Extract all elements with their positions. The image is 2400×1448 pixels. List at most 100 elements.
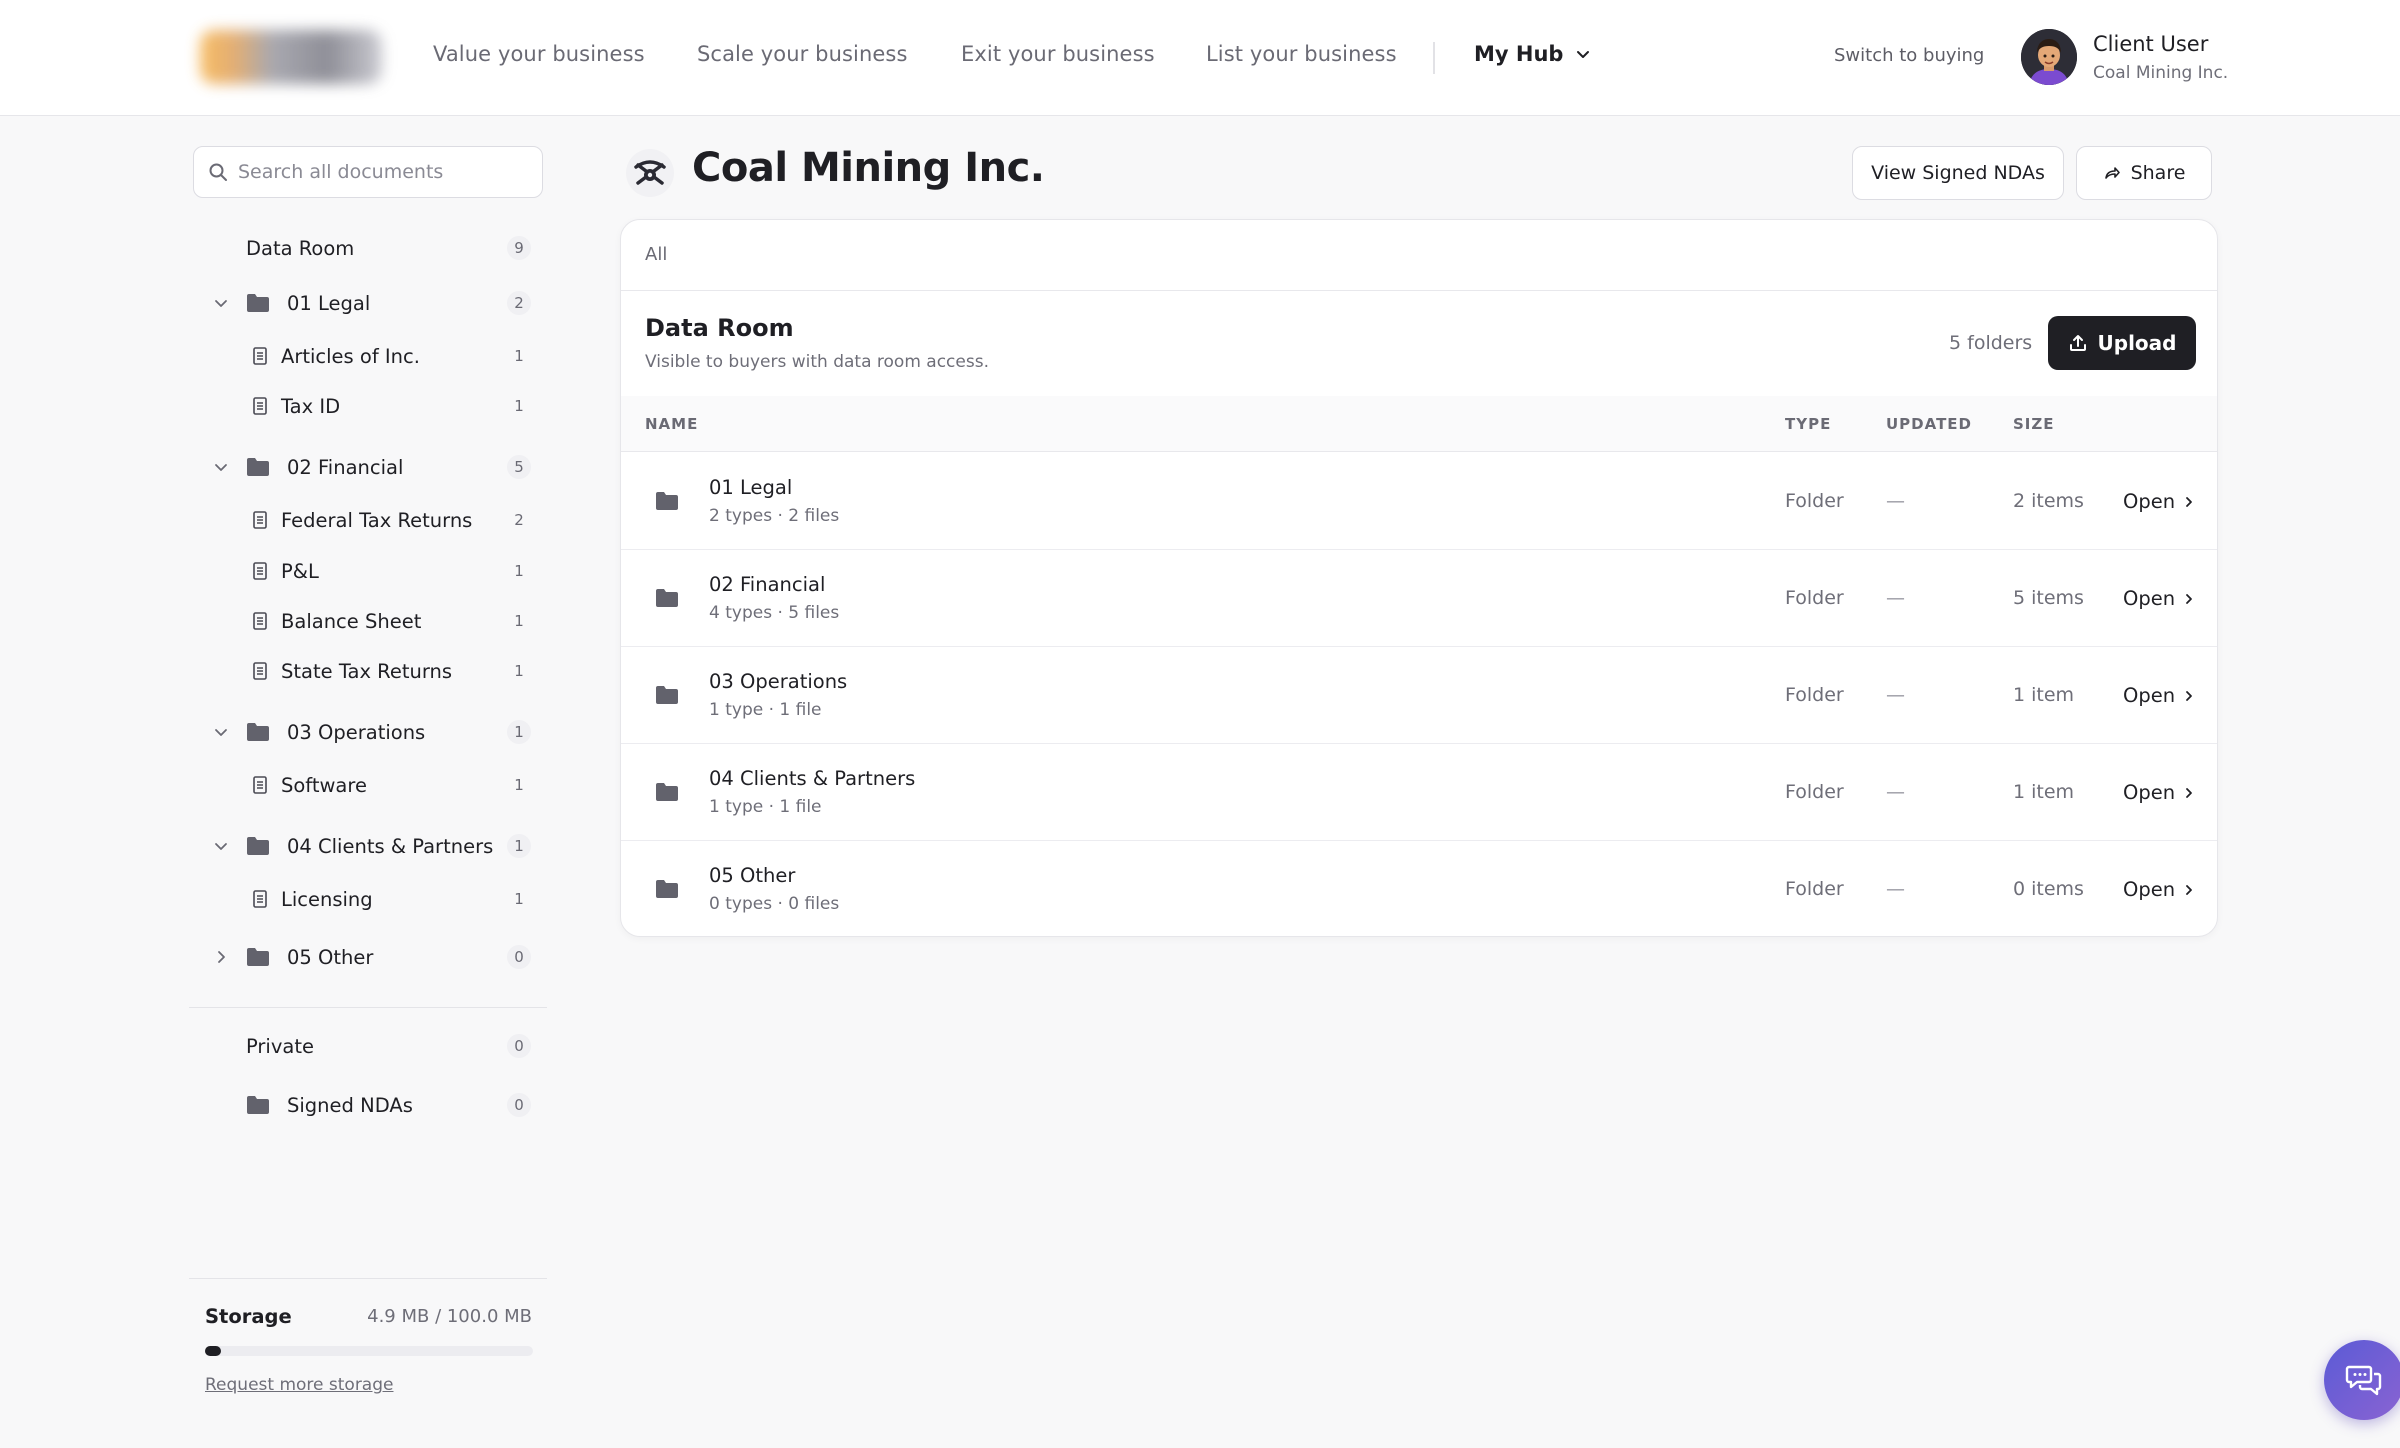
table-row[interactable]: 02 Financial 4 types · 5 files Folder — 5 it… <box>621 549 2217 646</box>
document-icon <box>253 511 267 529</box>
chevron-down-icon[interactable] <box>213 838 229 854</box>
open-label: Open <box>2123 490 2176 513</box>
search-box[interactable] <box>193 146 543 198</box>
table-row[interactable]: 01 Legal 2 types · 2 files Folder — 2 items O… <box>621 452 2217 549</box>
column-header-name[interactable]: NAME <box>645 415 698 433</box>
open-folder-button[interactable]: Open <box>2123 587 2195 610</box>
folder-icon <box>656 783 678 801</box>
document-icon <box>253 562 267 580</box>
sidebar-item-label: 05 Other <box>287 945 374 969</box>
count-badge: 1 <box>514 347 524 365</box>
count-badge: 1 <box>514 662 524 680</box>
chat-button[interactable] <box>2324 1340 2400 1420</box>
count-badge: 2 <box>514 511 524 529</box>
folder-meta: 1 type · 1 file <box>709 700 822 720</box>
folder-type: Folder <box>1785 490 1844 512</box>
sidebar-folder[interactable]: 05 Other 0 <box>193 937 543 977</box>
sidebar-document[interactable]: Software 1 <box>193 765 543 805</box>
document-icon <box>253 662 267 680</box>
folder-icon <box>247 294 269 312</box>
chevron-right-icon <box>2186 690 2192 701</box>
folder-type: Folder <box>1785 587 1844 609</box>
share-button[interactable]: Share <box>2076 146 2212 200</box>
sidebar-item-signed-ndas[interactable]: Signed NDAs 0 <box>193 1085 543 1125</box>
upload-button[interactable]: Upload <box>2048 316 2196 370</box>
nav-scale-business[interactable]: Scale your business <box>697 42 908 66</box>
sidebar-document[interactable]: Federal Tax Returns 2 <box>193 500 543 540</box>
upload-label: Upload <box>2097 331 2177 355</box>
table-row[interactable]: 04 Clients & Partners 1 type · 1 file Fold… <box>621 743 2217 840</box>
open-folder-button[interactable]: Open <box>2123 490 2195 513</box>
folder-icon <box>656 492 678 510</box>
open-folder-button[interactable]: Open <box>2123 878 2195 901</box>
folder-size: 0 items <box>2013 878 2084 900</box>
brand-logo[interactable] <box>200 30 382 84</box>
count-badge: 1 <box>514 562 524 580</box>
sidebar-folder[interactable]: 03 Operations 1 <box>193 712 543 752</box>
table-header <box>621 396 2217 452</box>
chevron-down-icon[interactable] <box>213 295 229 311</box>
nav-list-business[interactable]: List your business <box>1206 42 1397 66</box>
folder-icon <box>247 458 269 476</box>
user-name: Client User <box>2093 32 2209 56</box>
open-label: Open <box>2123 878 2176 901</box>
column-header-type[interactable]: TYPE <box>1785 415 1831 433</box>
count-badge: 2 <box>507 291 531 315</box>
folder-count: 5 folders <box>1949 332 2033 354</box>
divider <box>621 290 2217 291</box>
view-signed-ndas-button[interactable]: View Signed NDAs <box>1852 146 2064 200</box>
sidebar-document[interactable]: Articles of Inc. 1 <box>193 336 543 376</box>
count-badge: 5 <box>507 455 531 479</box>
search-input[interactable] <box>238 161 528 183</box>
sidebar-document[interactable]: Tax ID 1 <box>193 386 543 426</box>
sidebar-folder[interactable]: 01 Legal 2 <box>193 283 543 323</box>
my-hub-label: My Hub <box>1474 42 1564 66</box>
storage-label: Storage <box>205 1305 292 1328</box>
folder-size: 2 items <box>2013 490 2084 512</box>
my-hub-dropdown[interactable]: My Hub <box>1474 42 1591 66</box>
request-storage-link[interactable]: Request more storage <box>205 1375 393 1395</box>
sidebar-item-label: State Tax Returns <box>281 659 453 683</box>
nav-exit-business[interactable]: Exit your business <box>961 42 1155 66</box>
share-icon <box>2104 167 2120 179</box>
folder-type: Folder <box>1785 684 1844 706</box>
mining-company-icon <box>626 149 674 197</box>
chevron-down-icon[interactable] <box>213 459 229 475</box>
filter-all[interactable]: All <box>645 244 667 265</box>
folder-meta: 2 types · 2 files <box>709 506 840 526</box>
sidebar-document[interactable]: State Tax Returns 1 <box>193 651 543 691</box>
open-folder-button[interactable]: Open <box>2123 684 2195 707</box>
count-badge: 0 <box>507 1034 531 1058</box>
sidebar-item-label: Data Room <box>246 236 355 260</box>
column-header-size[interactable]: SIZE <box>2013 415 2055 433</box>
folder-updated: — <box>1886 878 1905 900</box>
sidebar-document[interactable]: Licensing 1 <box>193 879 543 919</box>
folder-type: Folder <box>1785 878 1844 900</box>
sidebar-item-label: Licensing <box>281 887 373 911</box>
chevron-right-icon[interactable] <box>213 949 229 965</box>
sidebar-item-label: P&L <box>281 559 319 583</box>
chevron-down-icon <box>1577 51 1590 58</box>
table-row[interactable]: 03 Operations 1 type · 1 file Folder — 1 ite… <box>621 646 2217 743</box>
folder-icon <box>247 837 269 855</box>
count-badge: 0 <box>507 945 531 969</box>
sidebar-folder[interactable]: 02 Financial 5 <box>193 447 543 487</box>
switch-to-buying-link[interactable]: Switch to buying <box>1834 45 1984 66</box>
chevron-right-icon <box>2186 593 2192 604</box>
sidebar-document[interactable]: P&L 1 <box>193 551 543 591</box>
column-header-updated[interactable]: UPDATED <box>1886 415 1972 433</box>
count-badge: 1 <box>514 612 524 630</box>
sidebar-item-private[interactable]: Private 0 <box>193 1026 543 1066</box>
nav-value-business[interactable]: Value your business <box>433 42 645 66</box>
sidebar-folder[interactable]: 04 Clients & Partners 1 <box>193 826 543 866</box>
document-icon <box>253 612 267 630</box>
sidebar-document[interactable]: Balance Sheet 1 <box>193 601 543 641</box>
chevron-down-icon[interactable] <box>213 724 229 740</box>
table-row[interactable]: 05 Other 0 types · 0 files Folder — 0 items O… <box>621 840 2217 936</box>
open-folder-button[interactable]: Open <box>2123 781 2195 804</box>
avatar[interactable] <box>2021 29 2077 85</box>
sidebar-item-data-room[interactable]: Data Room 9 <box>193 228 543 268</box>
document-icon <box>253 776 267 794</box>
storage-progress <box>205 1346 533 1356</box>
document-icon <box>253 397 267 415</box>
